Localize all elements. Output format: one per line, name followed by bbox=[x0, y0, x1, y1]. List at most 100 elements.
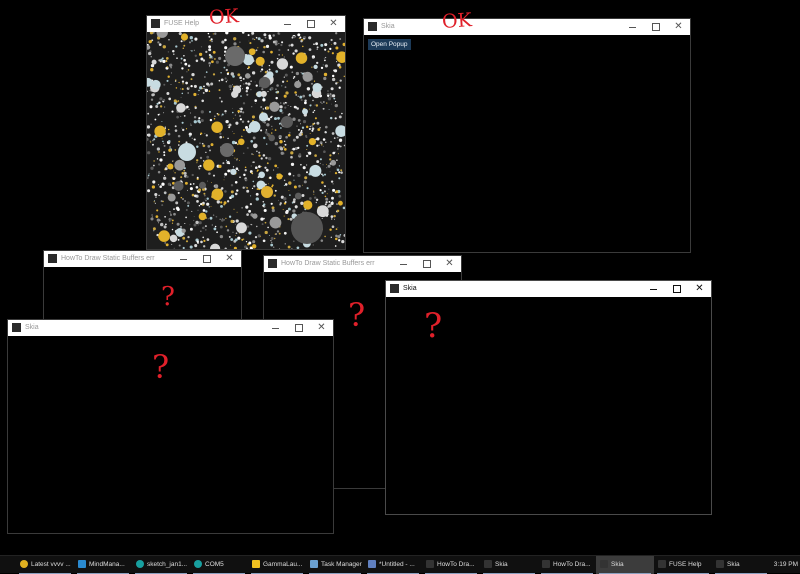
howto-window-1[interactable]: HowTo Draw Static Buffers err ✕ bbox=[43, 250, 242, 322]
maximize-button[interactable] bbox=[287, 320, 310, 336]
particle bbox=[281, 80, 285, 83]
particle bbox=[156, 147, 161, 151]
particle bbox=[287, 105, 289, 107]
minimize-button[interactable] bbox=[276, 16, 299, 32]
close-button[interactable]: ✕ bbox=[667, 19, 690, 35]
particle bbox=[240, 107, 243, 111]
particle bbox=[242, 102, 246, 105]
particle bbox=[264, 221, 267, 224]
particle bbox=[185, 128, 188, 130]
skia-popup-window[interactable]: Skia ✕ Open Popup bbox=[363, 18, 691, 253]
maximize-button[interactable] bbox=[644, 19, 667, 35]
particle bbox=[147, 112, 150, 115]
particle bbox=[257, 47, 259, 49]
minimize-button[interactable] bbox=[642, 281, 665, 297]
skia-right-titlebar[interactable]: Skia ✕ bbox=[386, 281, 711, 297]
taskbar-item-howto-2[interactable]: HowTo Dra... bbox=[538, 556, 596, 574]
maximize-button[interactable] bbox=[299, 16, 322, 32]
fuse-help-titlebar[interactable]: FUSE Help ✕ bbox=[147, 16, 345, 32]
particle bbox=[335, 228, 338, 230]
particle bbox=[337, 153, 340, 155]
particle bbox=[191, 50, 193, 52]
particle bbox=[288, 190, 290, 192]
particle bbox=[238, 236, 240, 238]
particle-large bbox=[252, 244, 257, 249]
particle bbox=[188, 41, 192, 44]
taskbar-item-skia-2[interactable]: Skia bbox=[596, 556, 654, 574]
particle bbox=[190, 50, 192, 52]
minimize-button[interactable] bbox=[172, 251, 195, 267]
particle bbox=[250, 88, 252, 91]
particle bbox=[205, 50, 208, 54]
taskbar-item-notepad[interactable]: *Untitled - ... bbox=[364, 556, 422, 574]
taskbar-item-skia-1[interactable]: Skia bbox=[480, 556, 538, 574]
system-clock[interactable]: 3:19 PM bbox=[774, 556, 798, 574]
particle bbox=[325, 163, 327, 165]
particle bbox=[335, 82, 338, 85]
particle bbox=[271, 206, 275, 210]
howto-titlebar-1[interactable]: HowTo Draw Static Buffers err ✕ bbox=[44, 251, 241, 267]
particle bbox=[249, 202, 253, 206]
minimize-button[interactable] bbox=[392, 256, 415, 272]
particle bbox=[223, 179, 225, 181]
close-button[interactable]: ✕ bbox=[438, 256, 461, 272]
particle-large bbox=[294, 80, 302, 89]
particle bbox=[268, 64, 271, 67]
taskbar-item-com5[interactable]: COM5 bbox=[190, 556, 248, 574]
particle bbox=[205, 71, 208, 73]
howto-titlebar-2[interactable]: HowTo Draw Static Buffers err ✕ bbox=[264, 256, 461, 272]
particle bbox=[287, 113, 290, 116]
taskbar-item-fuse-help[interactable]: FUSE Help bbox=[654, 556, 712, 574]
minimize-button[interactable] bbox=[621, 19, 644, 35]
taskbar-item-sketch[interactable]: sketch_jan1... bbox=[132, 556, 190, 574]
taskbar-item-task-manager[interactable]: Task Manager bbox=[306, 556, 364, 574]
particle bbox=[262, 200, 265, 203]
particle bbox=[309, 197, 312, 200]
particle-large bbox=[211, 188, 224, 201]
particle bbox=[153, 160, 155, 162]
particle bbox=[150, 98, 154, 101]
taskbar-item-vvvv[interactable]: Latest vvvv ... bbox=[16, 556, 74, 574]
close-button[interactable]: ✕ bbox=[218, 251, 241, 267]
maximize-button[interactable] bbox=[195, 251, 218, 267]
particle bbox=[323, 59, 326, 62]
particle bbox=[336, 209, 340, 213]
taskbar-item-skia-3[interactable]: Skia bbox=[712, 556, 770, 574]
particle bbox=[189, 224, 191, 226]
particle-large bbox=[169, 234, 178, 243]
particle bbox=[304, 101, 307, 105]
open-popup-button[interactable]: Open Popup bbox=[368, 39, 411, 50]
particle bbox=[163, 83, 166, 86]
particle-render bbox=[147, 32, 345, 249]
taskbar-item-mindmanager[interactable]: MindMana... bbox=[74, 556, 132, 574]
particle bbox=[225, 159, 228, 162]
particle bbox=[246, 189, 250, 193]
close-button[interactable]: ✕ bbox=[310, 320, 333, 336]
particle bbox=[171, 222, 174, 224]
particle bbox=[278, 199, 280, 201]
fuse-help-window[interactable]: FUSE Help ✕ bbox=[146, 15, 346, 250]
particle bbox=[264, 230, 268, 235]
skia-left-titlebar[interactable]: Skia ✕ bbox=[8, 320, 333, 336]
particle bbox=[200, 110, 204, 114]
maximize-button[interactable] bbox=[665, 281, 688, 297]
particle bbox=[203, 239, 206, 242]
maximize-button[interactable] bbox=[415, 256, 438, 272]
particle bbox=[282, 209, 284, 211]
skia-left-window[interactable]: Skia ✕ bbox=[7, 319, 334, 534]
minimize-button[interactable] bbox=[264, 320, 287, 336]
close-button[interactable]: ✕ bbox=[322, 16, 345, 32]
particle-canvas[interactable] bbox=[147, 32, 345, 249]
particle bbox=[232, 107, 233, 109]
particle bbox=[272, 246, 275, 248]
particle bbox=[284, 86, 287, 88]
particle-large bbox=[330, 159, 337, 166]
particle bbox=[305, 154, 309, 158]
close-button[interactable]: ✕ bbox=[688, 281, 711, 297]
particle bbox=[150, 56, 152, 58]
particle bbox=[254, 235, 258, 239]
skia-popup-titlebar[interactable]: Skia ✕ bbox=[364, 19, 690, 35]
taskbar-item-howto-1[interactable]: HowTo Dra... bbox=[422, 556, 480, 574]
taskbar-item-gammalauncher[interactable]: GammaLau... bbox=[248, 556, 306, 574]
particle bbox=[279, 105, 283, 109]
